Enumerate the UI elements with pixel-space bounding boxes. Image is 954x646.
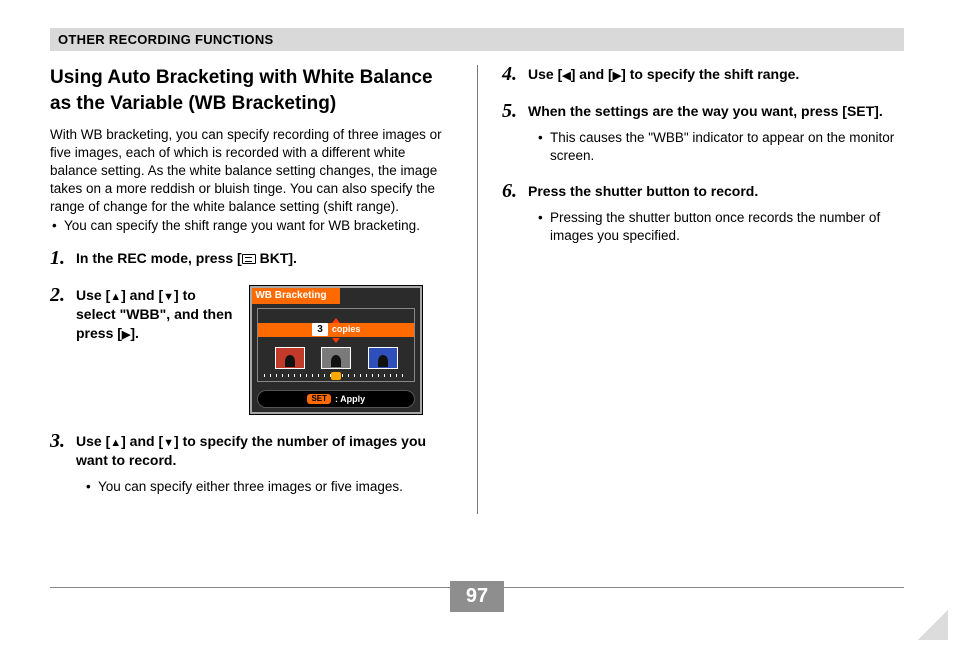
- step-3: Use [▲] and [▼] to specify the number of…: [50, 432, 453, 496]
- lcd-slider-knob: [331, 372, 341, 380]
- step-4-text-b: ] and [: [571, 66, 613, 82]
- lcd-title: WB Bracketing: [252, 288, 340, 304]
- person-icon: [285, 355, 295, 367]
- step-2: Use [▲] and [▼] to select "WBB", and the…: [50, 286, 453, 414]
- page-number-container: 97: [0, 581, 954, 612]
- step-3-text-a: Use [: [76, 433, 110, 449]
- up-triangle-icon: ▲: [110, 292, 121, 303]
- step-2-text-b: ] and [: [121, 287, 163, 303]
- step-1: In the REC mode, press [ BKT].: [50, 249, 453, 268]
- lcd-copies-number: 3: [312, 323, 328, 337]
- lcd-set-label: SET: [307, 394, 331, 405]
- step-2-text-d: ].: [130, 325, 139, 341]
- step-4-text-c: ] to specify the shift range.: [621, 66, 799, 82]
- step-6-bullet: Pressing the shutter button once records…: [528, 209, 904, 245]
- step-4-text-a: Use [: [528, 66, 562, 82]
- down-triangle-icon: ▼: [163, 292, 174, 303]
- down-triangle-icon: ▼: [163, 438, 174, 449]
- step-3-text-b: ] and [: [121, 433, 163, 449]
- person-icon: [378, 355, 388, 367]
- right-triangle-icon: ▶: [613, 71, 621, 82]
- step-3-bullet: You can specify either three images or f…: [76, 478, 453, 496]
- lcd-thumb-red: [275, 347, 305, 369]
- intro-bullet: You can specify the shift range you want…: [50, 217, 453, 235]
- lcd-inner: 3 copies: [257, 308, 415, 382]
- step-1-text-a: In the REC mode, press [: [76, 250, 242, 266]
- person-icon: [331, 355, 341, 367]
- right-column: Use [◀] and [▶] to specify the shift ran…: [477, 65, 904, 514]
- lcd-copies-bar: 3 copies: [258, 323, 414, 337]
- step-6: Press the shutter button to record. Pres…: [502, 182, 904, 245]
- step-6-text: Press the shutter button to record.: [528, 183, 758, 199]
- section-header-text: OTHER RECORDING FUNCTIONS: [58, 32, 274, 47]
- lcd-thumb-blue: [368, 347, 398, 369]
- page-title: Using Auto Bracketing with White Balance…: [50, 65, 453, 116]
- section-header-bar: OTHER RECORDING FUNCTIONS: [50, 28, 904, 51]
- step-4: Use [◀] and [▶] to specify the shift ran…: [502, 65, 904, 84]
- intro-paragraph: With WB bracketing, you can specify reco…: [50, 126, 453, 215]
- step-1-text-b: BKT].: [256, 250, 297, 266]
- lcd-apply-label: : Apply: [335, 393, 365, 405]
- bkt-icon: [242, 254, 256, 264]
- step-2-text-a: Use [: [76, 287, 110, 303]
- lcd-thumb-neutral: [321, 347, 351, 369]
- lcd-screenshot: WB Bracketing 3 copies: [250, 286, 422, 414]
- lcd-copies-label: copies: [332, 323, 361, 335]
- step-5-bullet: This causes the "WBB" indicator to appea…: [528, 129, 904, 165]
- lcd-thumbnails: [258, 347, 414, 369]
- steps-list-left: In the REC mode, press [ BKT]. Use [▲] a…: [50, 249, 453, 495]
- left-triangle-icon: ◀: [562, 71, 570, 82]
- left-column: Using Auto Bracketing with White Balance…: [50, 65, 477, 514]
- page-curl-icon: [918, 610, 948, 640]
- step-5: When the settings are the way you want, …: [502, 102, 904, 165]
- lcd-arrow-down-icon: [332, 338, 340, 343]
- page-number: 97: [450, 581, 504, 612]
- up-triangle-icon: ▲: [110, 438, 121, 449]
- steps-list-right: Use [◀] and [▶] to specify the shift ran…: [502, 65, 904, 245]
- two-column-layout: Using Auto Bracketing with White Balance…: [50, 65, 904, 514]
- lcd-footer: SET : Apply: [257, 390, 415, 408]
- step-5-text: When the settings are the way you want, …: [528, 103, 883, 119]
